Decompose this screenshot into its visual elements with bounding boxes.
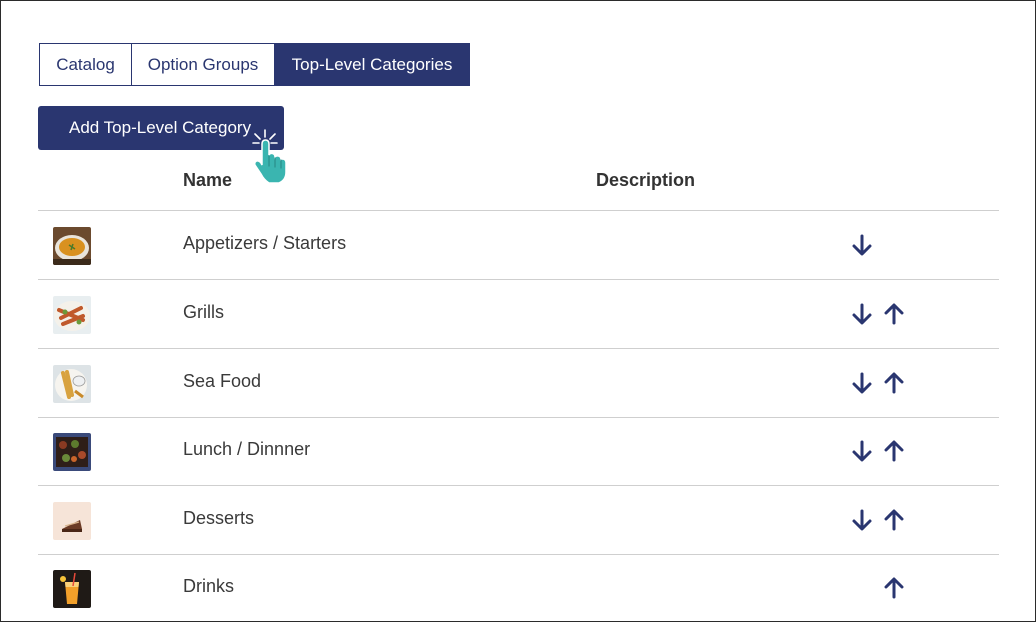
add-top-level-category-button[interactable]: Add Top-Level Category <box>38 106 284 150</box>
column-header-description: Description <box>596 170 696 190</box>
table-row: Desserts <box>38 486 999 555</box>
move-down-arrow-icon[interactable] <box>850 439 874 463</box>
tab-top-level-categories[interactable]: Top-Level Categories <box>275 43 470 86</box>
tray-meal-photo-icon <box>53 433 91 471</box>
table-row: Grills <box>38 280 999 349</box>
grilled-plate-photo-icon <box>53 296 91 334</box>
category-name: Grills <box>183 302 224 322</box>
soup-bowl-photo-icon <box>53 227 91 265</box>
cake-slice-photo-icon <box>53 502 91 540</box>
tab-bar: Catalog Option Groups Top-Level Categori… <box>39 43 470 86</box>
table-row: Drinks <box>38 554 999 622</box>
move-down-arrow-icon[interactable] <box>850 233 874 257</box>
tab-catalog[interactable]: Catalog <box>39 43 132 86</box>
table-row: Appetizers / Starters <box>38 211 999 280</box>
move-down-arrow-icon[interactable] <box>850 302 874 326</box>
fish-and-chips-photo-icon <box>53 365 91 403</box>
category-name: Lunch / Dinnner <box>183 439 311 459</box>
table-row: Lunch / Dinnner <box>38 417 999 486</box>
category-name: Appetizers / Starters <box>183 233 347 253</box>
table-row: Sea Food <box>38 349 999 418</box>
column-header-name: Name <box>183 170 233 190</box>
category-name: Sea Food <box>183 371 262 391</box>
add-button-label: Add Top-Level Category <box>69 118 252 137</box>
move-up-arrow-icon[interactable] <box>882 508 906 532</box>
category-name: Desserts <box>183 508 255 528</box>
move-down-arrow-icon[interactable] <box>850 371 874 395</box>
move-up-arrow-icon[interactable] <box>882 439 906 463</box>
move-up-arrow-icon[interactable] <box>882 302 906 326</box>
tab-option-groups[interactable]: Option Groups <box>132 43 275 86</box>
table-header: Name Description <box>38 166 999 211</box>
move-up-arrow-icon[interactable] <box>882 371 906 395</box>
cocktail-glass-photo-icon <box>53 570 91 608</box>
move-down-arrow-icon[interactable] <box>850 508 874 532</box>
category-name: Drinks <box>183 576 235 596</box>
move-up-arrow-icon[interactable] <box>882 576 906 600</box>
